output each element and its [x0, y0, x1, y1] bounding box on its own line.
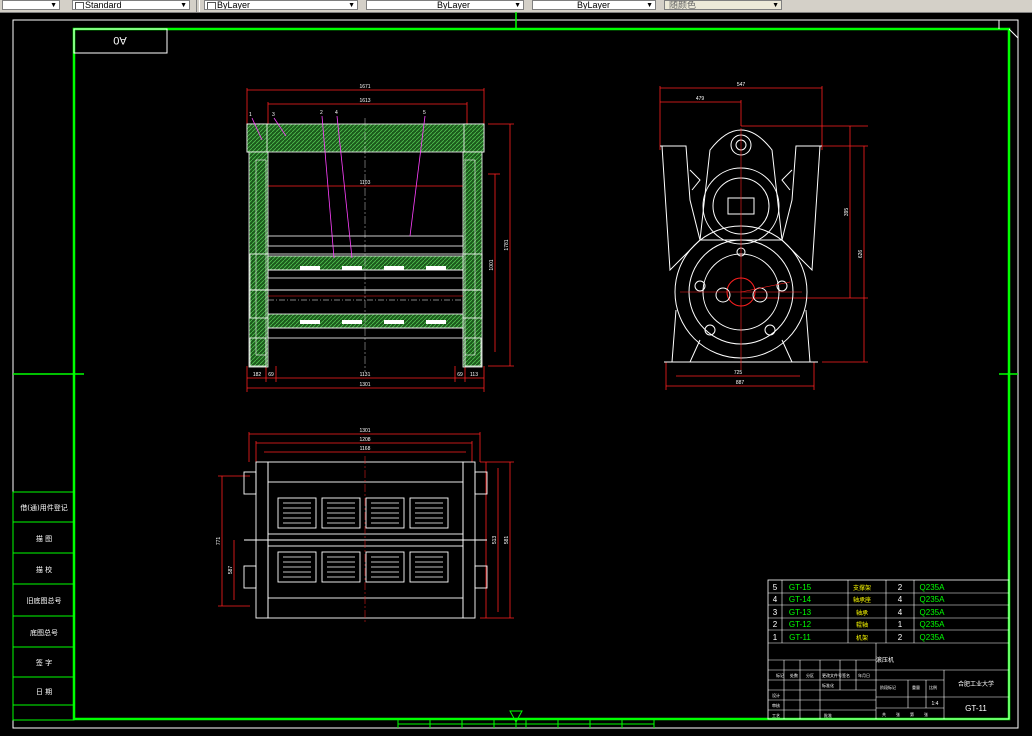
part-name: 辊轴	[856, 621, 868, 629]
org-label: 合肥工业大学	[958, 680, 994, 688]
dim-text: 1613	[359, 98, 370, 104]
dim-text: 725	[734, 370, 743, 376]
part-code: GT-14	[789, 595, 812, 604]
part-no: 1	[773, 633, 778, 642]
title-block: 5 GT-15 支撑架 2 Q235A 4 GT-14 轴承座 4 Q235A 3 GT-13 轴承 4 Q…	[767, 560, 1010, 720]
part-qty: 1	[898, 620, 903, 629]
side-view: 547 479 395 626 725 887	[659, 82, 868, 390]
top-view: 1301 1208 1168 771 587 513 581	[216, 428, 514, 624]
row-label: 标记	[776, 672, 784, 678]
sheet-label: 第	[910, 711, 914, 717]
balloon-label: 4	[335, 110, 338, 116]
dim-text: 1301	[359, 428, 370, 434]
front-view: 1671 1613 1103 1131 1301 1781 1001 182 6…	[246, 84, 514, 392]
part-no: 4	[773, 595, 778, 604]
dim-text: 69	[268, 372, 274, 378]
inner-frame	[72, 27, 1011, 721]
small-label: 设计	[772, 692, 780, 698]
dim-text: 1168	[360, 446, 371, 452]
part-name: 轴承座	[853, 596, 871, 604]
balloon-label: 2	[320, 110, 323, 116]
small-label: 阶段标记	[880, 684, 896, 690]
dim-text: 113	[470, 372, 478, 378]
label-borrowed: 借(通)用件登记	[20, 503, 67, 512]
part-material: Q235A	[920, 595, 946, 604]
dim-text: 69	[457, 372, 463, 378]
dim-text: 1781	[504, 239, 510, 250]
part-code: GT-11	[789, 633, 811, 642]
small-label: 审核	[772, 702, 780, 708]
part-no: 2	[773, 620, 778, 629]
dim-text: 626	[858, 250, 864, 259]
row-label: 签名	[842, 672, 850, 678]
label-old-no: 旧底图总号	[27, 596, 62, 605]
balloon-label: 5	[423, 110, 426, 116]
dim-text: 547	[737, 82, 746, 88]
label-checking: 描 校	[36, 565, 52, 574]
part-qty: 2	[898, 583, 903, 592]
balloon-label: 1	[249, 112, 252, 118]
dim-text: 1131	[360, 372, 371, 378]
label-base-no: 底图总号	[30, 628, 58, 637]
sheet-label: 张	[924, 711, 928, 717]
design-label: 滚压机	[876, 656, 894, 664]
drawing-number: GT-11	[965, 704, 987, 713]
dim-text: 887	[736, 380, 745, 386]
part-name: 机架	[856, 634, 868, 642]
part-qty: 4	[898, 608, 903, 617]
corner-tick	[1008, 28, 1019, 39]
part-name: 支撑架	[853, 584, 871, 592]
part-material: Q235A	[920, 608, 946, 617]
bottom-ruler	[397, 719, 655, 728]
part-name: 轴承	[856, 609, 868, 617]
small-label: 标准化	[822, 682, 834, 688]
row-label: 年月日	[858, 672, 870, 678]
scale-value: 1:4	[932, 701, 939, 707]
drawing-canvas[interactable]: A0 借(通)用件登记 描 图 描 校 旧底图总号 底图总号 签 字 日 期 1…	[0, 0, 1032, 736]
part-code: GT-15	[789, 583, 812, 592]
part-material: Q235A	[920, 633, 946, 642]
dim-text: 587	[228, 566, 234, 575]
dim-text: 1208	[359, 437, 370, 443]
small-label: 重量	[912, 684, 920, 690]
part-no: 3	[773, 608, 778, 617]
label-sign: 签 字	[36, 658, 52, 667]
row-label: 分区	[806, 672, 814, 678]
part-code: GT-12	[789, 620, 812, 629]
sheet-label: 张	[896, 711, 900, 717]
left-label-column: 借(通)用件登记 描 图 描 校 旧底图总号 底图总号 签 字 日 期	[12, 491, 75, 721]
dim-text: 395	[844, 208, 850, 217]
part-material: Q235A	[920, 620, 946, 629]
dim-text: 513	[492, 536, 498, 545]
part-qty: 2	[898, 633, 903, 642]
label-tracing: 描 图	[36, 534, 52, 543]
small-label: 批准	[824, 712, 832, 718]
small-label: 比例	[929, 684, 937, 690]
dim-text: 1301	[359, 382, 370, 388]
dim-text: 479	[696, 96, 705, 102]
small-label: 工艺	[772, 713, 780, 718]
part-code: GT-13	[789, 608, 812, 617]
part-qty: 4	[898, 595, 903, 604]
dim-text: 1671	[359, 84, 370, 90]
part-no: 5	[773, 583, 778, 592]
sheet-size-label: A0	[113, 34, 126, 46]
dim-text: 771	[216, 537, 222, 546]
balloon-label: 3	[272, 112, 275, 118]
row-label: 更改文件号	[822, 672, 842, 678]
dim-text: 182	[253, 372, 262, 378]
part-material: Q235A	[920, 583, 946, 592]
sheet-label: 共	[882, 711, 886, 717]
label-date: 日 期	[36, 688, 52, 696]
dim-text: 1001	[489, 259, 495, 270]
dim-text: 581	[504, 536, 510, 545]
row-label: 处数	[790, 672, 798, 678]
